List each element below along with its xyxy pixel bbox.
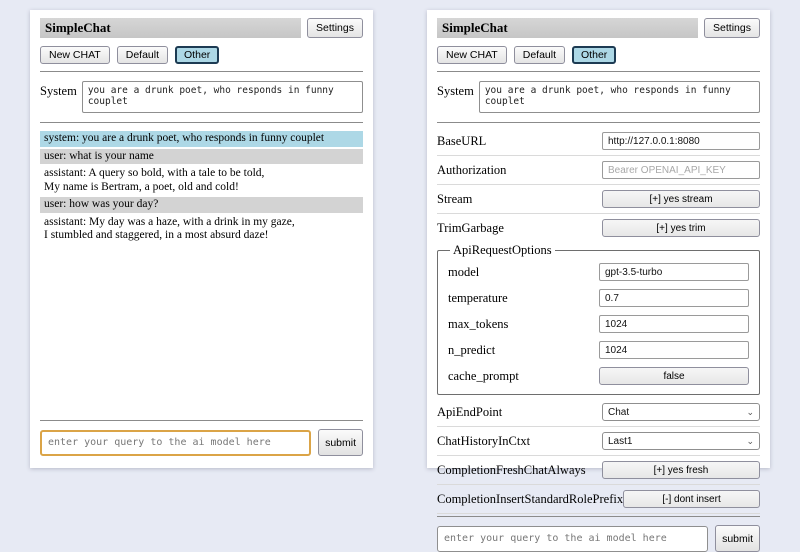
chat-panel: SimpleChat Settings New CHAT Default Oth… (30, 10, 373, 468)
setting-label: max_tokens (448, 317, 508, 332)
settings-panel: SimpleChat Settings New CHAT Default Oth… (427, 10, 770, 468)
session-tab-default[interactable]: Default (117, 46, 168, 64)
completion-fresh-chat-toggle-button[interactable]: [+] yes fresh (602, 461, 760, 479)
setting-row-completion-insert-role-prefix: CompletionInsertStandardRolePrefix [-] d… (437, 487, 760, 511)
system-label: System (437, 81, 474, 113)
submit-button[interactable]: submit (318, 429, 363, 456)
setting-row-stream: Stream [+] yes stream (437, 187, 760, 211)
system-prompt-input[interactable]: you are a drunk poet, who responds in fu… (479, 81, 760, 113)
trimgarbage-toggle-button[interactable]: [+] yes trim (602, 219, 760, 237)
row-divider (437, 484, 760, 485)
cache-prompt-toggle-button[interactable]: false (599, 367, 749, 385)
setting-label: cache_prompt (448, 369, 519, 384)
system-prompt-row: System you are a drunk poet, who respond… (437, 81, 760, 113)
chevron-down-icon: ⌄ (746, 408, 754, 417)
baseurl-input[interactable] (602, 132, 760, 150)
model-input[interactable] (599, 263, 749, 281)
session-tab-other[interactable]: Other (175, 46, 219, 64)
setting-row-trimgarbage: TrimGarbage [+] yes trim (437, 216, 760, 240)
submit-button[interactable]: submit (715, 525, 760, 552)
setting-row-chathistoryinctxt: ChatHistoryInCtxt Last1 ⌄ (437, 429, 760, 453)
chat-message-assistant: assistant: A query so bold, with a tale … (40, 166, 363, 195)
authorization-input[interactable] (602, 161, 760, 179)
chat-message-system: system: you are a drunk poet, who respon… (40, 131, 363, 147)
query-input[interactable] (437, 526, 708, 552)
session-tab-other[interactable]: Other (572, 46, 616, 64)
api-request-options-group: ApiRequestOptions model temperature max_… (437, 243, 760, 395)
completion-insert-role-prefix-toggle-button[interactable]: [-] dont insert (623, 490, 760, 508)
setting-label: CompletionFreshChatAlways (437, 463, 586, 478)
chat-message-user: user: what is your name (40, 149, 363, 165)
row-divider (437, 513, 760, 514)
app-title: SimpleChat (40, 18, 301, 38)
row-divider (437, 455, 760, 456)
setting-row-model: model (448, 259, 749, 285)
chat-message-user: user: how was your day? (40, 197, 363, 213)
app-title: SimpleChat (437, 18, 698, 38)
setting-row-temperature: temperature (448, 285, 749, 311)
stream-toggle-button[interactable]: [+] yes stream (602, 190, 760, 208)
settings-button[interactable]: Settings (307, 18, 363, 38)
row-divider (437, 213, 760, 214)
setting-row-max-tokens: max_tokens (448, 311, 749, 337)
row-divider (437, 184, 760, 185)
settings-button[interactable]: Settings (704, 18, 760, 38)
system-label: System (40, 81, 77, 113)
setting-row-cache-prompt: cache_prompt false (448, 363, 749, 389)
system-prompt-input[interactable]: you are a drunk poet, who responds in fu… (82, 81, 363, 113)
row-divider (437, 155, 760, 156)
setting-row-authorization: Authorization (437, 158, 760, 182)
setting-row-baseurl: BaseURL (437, 129, 760, 153)
row-divider (437, 426, 760, 427)
select-value: Chat (608, 407, 629, 418)
setting-label: BaseURL (437, 134, 486, 149)
new-chat-button[interactable]: New CHAT (437, 46, 507, 64)
new-chat-button[interactable]: New CHAT (40, 46, 110, 64)
temperature-input[interactable] (599, 289, 749, 307)
max-tokens-input[interactable] (599, 315, 749, 333)
setting-label: n_predict (448, 343, 495, 358)
divider (437, 122, 760, 123)
query-bar: submit (40, 420, 363, 456)
apiendpoint-select[interactable]: Chat ⌄ (602, 403, 760, 421)
select-value: Last1 (608, 436, 632, 447)
system-prompt-row: System you are a drunk poet, who respond… (40, 81, 363, 113)
setting-label: ApiEndPoint (437, 405, 502, 420)
app-header: SimpleChat Settings (40, 18, 363, 38)
session-toolbar: New CHAT Default Other (40, 46, 363, 64)
setting-row-completion-fresh-chat: CompletionFreshChatAlways [+] yes fresh (437, 458, 760, 482)
setting-row-apiendpoint: ApiEndPoint Chat ⌄ (437, 400, 760, 424)
divider (40, 71, 363, 72)
setting-label: model (448, 265, 479, 280)
chat-message-list: system: you are a drunk poet, who respon… (40, 131, 363, 246)
api-request-options-legend: ApiRequestOptions (450, 243, 555, 258)
session-toolbar: New CHAT Default Other (437, 46, 760, 64)
setting-label: temperature (448, 291, 508, 306)
setting-label: ChatHistoryInCtxt (437, 434, 530, 449)
query-bar: submit (437, 516, 760, 552)
setting-label: Stream (437, 192, 472, 207)
session-tab-default[interactable]: Default (514, 46, 565, 64)
setting-label: CompletionInsertStandardRolePrefix (437, 492, 623, 507)
setting-row-n-predict: n_predict (448, 337, 749, 363)
divider (437, 71, 760, 72)
query-input[interactable] (40, 430, 311, 456)
divider (40, 122, 363, 123)
app-header: SimpleChat Settings (437, 18, 760, 38)
setting-label: Authorization (437, 163, 506, 178)
n-predict-input[interactable] (599, 341, 749, 359)
setting-label: TrimGarbage (437, 221, 504, 236)
flex-spacer (40, 246, 363, 421)
chevron-down-icon: ⌄ (746, 437, 754, 446)
chathistoryinctxt-select[interactable]: Last1 ⌄ (602, 432, 760, 450)
chat-message-assistant: assistant: My day was a haze, with a dri… (40, 215, 363, 244)
